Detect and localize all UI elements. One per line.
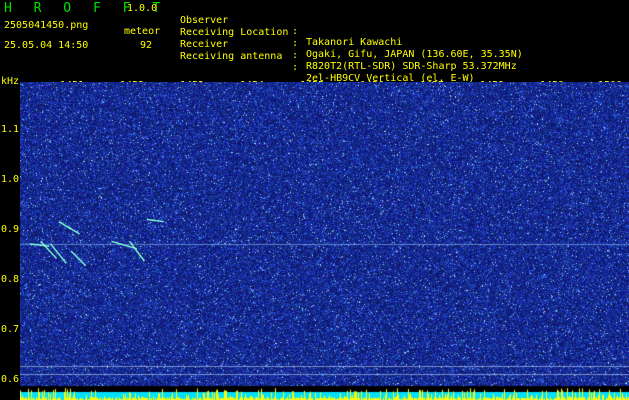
waterfall-plot[interactable] [20,82,629,400]
mode-label: meteor [124,26,161,37]
meta-value: Takanori Kawachi [306,37,403,48]
meta-value: Ogaki, Gifu, JAPAN (136.60E, 35.35N) [306,49,523,60]
y-tick-label: 1.1 [1,124,20,135]
meta-sep: : [292,26,299,37]
y-tick-label: 0.8 [1,274,20,285]
file-name: 2505041450.png [4,20,89,31]
y-tick-label: 0.6 [1,374,20,385]
y-tick-label: 0.7 [1,324,20,335]
meta-sep: : [292,62,299,73]
meta-value: R820T2(RTL-SDR) SDR-Sharp 53.372MHz [306,61,517,72]
meteor-trace [146,218,164,223]
app-version: 1.0.0 [127,3,158,14]
y-tick-label: 1.0 [1,174,20,185]
meteor-trace [40,240,58,260]
meta-observer: Observer : Takanori Kawachi [180,4,402,48]
y-axis-unit: kHz [1,76,20,87]
meteor-trace [70,250,87,267]
meta-key: Receiving antenna [180,51,283,62]
meta-location: Receiving Location : Ogaki, Gifu, JAPAN … [180,16,523,60]
y-tick-label: 0.9 [1,224,20,235]
meteor-trace [29,243,50,248]
meteor-trace [128,240,145,262]
hrofft-window: H R O F F T 1.0.0 2505041450.png 25.05.0… [0,0,629,400]
meta-antenna: Receiving antenna : 2el-HB9CV Vertical (… [180,40,475,84]
timestamp: 25.05.04 14:50 [4,40,89,51]
meteor-overlay [29,218,164,267]
meta-sep: : [292,38,299,49]
meteor-trace [67,225,81,235]
meta-receiver: Receiver : R820T2(RTL-SDR) SDR-Sharp 53.… [180,28,517,72]
meta-sep: : [292,50,299,61]
meteor-count: 92 [140,40,153,51]
